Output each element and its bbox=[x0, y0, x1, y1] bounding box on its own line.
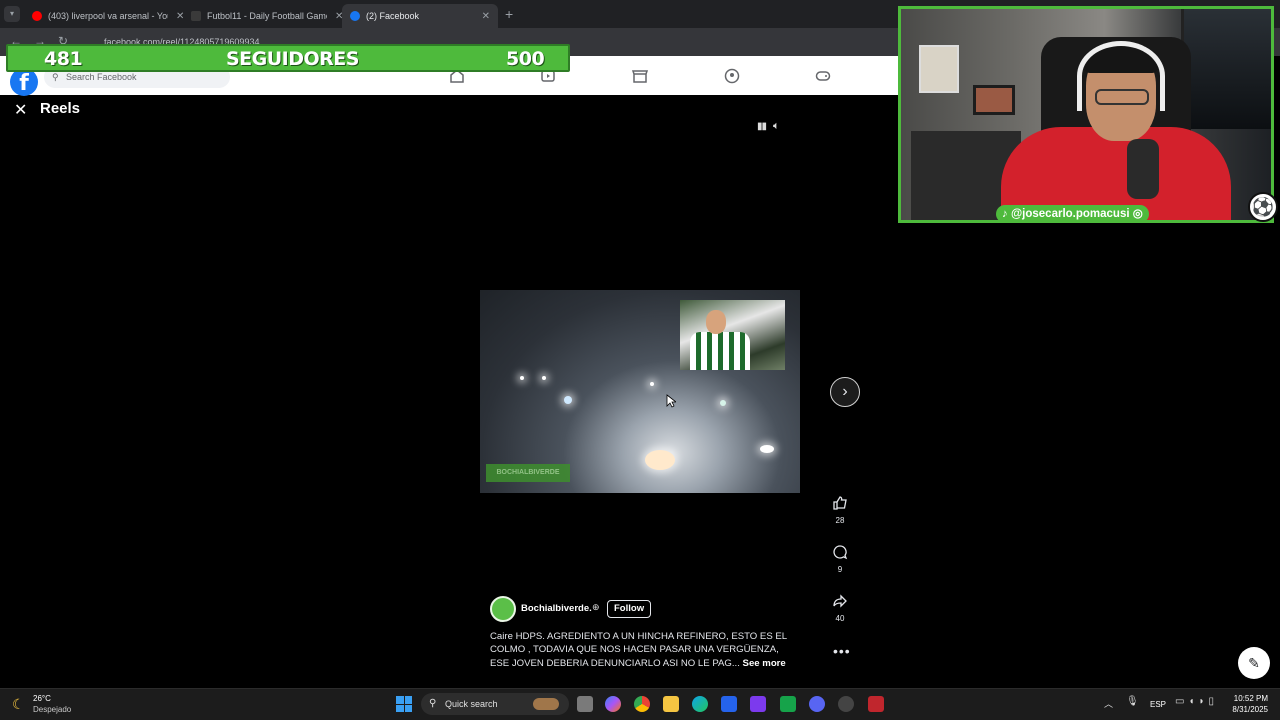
chevron-up-icon[interactable]: ︿ bbox=[1104, 697, 1113, 710]
author-avatar[interactable] bbox=[490, 596, 516, 622]
browser-tab-futbol11[interactable]: Futbol11 - Daily Football Game ✕ bbox=[183, 4, 351, 28]
compose-message-button[interactable]: ✎ bbox=[1238, 647, 1270, 679]
video-light bbox=[760, 445, 774, 453]
comment-count: 9 bbox=[837, 565, 843, 574]
facebook-icon bbox=[350, 11, 360, 21]
pause-icon[interactable]: ▮▮ bbox=[757, 121, 767, 132]
weather-description[interactable]: Despejado bbox=[33, 705, 71, 714]
start-menu-button[interactable] bbox=[396, 696, 412, 712]
close-reels-button[interactable]: ✕ bbox=[14, 100, 27, 120]
webcam-photo-frame bbox=[973, 85, 1015, 115]
app-icon[interactable] bbox=[750, 696, 766, 712]
like-button[interactable]: 28 bbox=[828, 494, 852, 525]
clock-time[interactable]: 10:52 PM bbox=[1232, 694, 1268, 703]
video-light bbox=[645, 450, 675, 470]
clock-date[interactable]: 8/31/2025 bbox=[1226, 705, 1268, 714]
search-icon: ⚲ bbox=[429, 698, 437, 709]
xbox-icon[interactable] bbox=[780, 696, 796, 712]
reel-video[interactable]: BOCHIALBIVERDE bbox=[480, 290, 800, 493]
marketplace-icon[interactable] bbox=[632, 68, 648, 84]
video-watermark: BOCHIALBIVERDE bbox=[486, 464, 570, 482]
follower-goal-banner: 481 SEGUIDORES 500 bbox=[6, 44, 570, 72]
close-tab-icon[interactable]: ✕ bbox=[482, 11, 490, 22]
chrome-icon[interactable] bbox=[634, 696, 650, 712]
reels-title: Reels bbox=[40, 100, 81, 117]
video-light bbox=[720, 400, 726, 406]
facebook-logo[interactable]: f bbox=[10, 68, 38, 96]
obs-icon[interactable] bbox=[838, 696, 854, 712]
follower-count: 481 bbox=[44, 48, 83, 70]
handle-text: @josecarlo.pomacusi bbox=[1010, 208, 1130, 220]
groups-icon[interactable] bbox=[724, 68, 740, 84]
youtube-icon bbox=[32, 11, 42, 21]
browser-tab-youtube[interactable]: (403) liverpool va arsenal - You ✕ bbox=[24, 4, 192, 28]
comment-icon bbox=[833, 545, 848, 560]
comment-button[interactable]: 9 bbox=[828, 543, 852, 574]
system-tray-icons[interactable]: ▭◖◗▯ bbox=[1175, 696, 1218, 707]
follower-goal: 500 bbox=[506, 48, 545, 70]
browser-tab-facebook[interactable]: (2) Facebook ✕ bbox=[342, 4, 498, 28]
share-count: 40 bbox=[835, 614, 845, 623]
next-reel-button[interactable]: › bbox=[830, 377, 860, 407]
tab-title: (403) liverpool va arsenal - You bbox=[48, 11, 168, 21]
streamer-webcam bbox=[898, 6, 1274, 223]
file-explorer-icon[interactable] bbox=[663, 696, 679, 712]
reel-caption: Caire HDPS. AGREDIENTO A UN HINCHA REFIN… bbox=[490, 630, 800, 670]
follower-label: SEGUIDORES bbox=[226, 48, 359, 70]
webcam-photo-frame bbox=[919, 45, 959, 93]
taskbar-search[interactable]: ⚲ Quick search bbox=[421, 693, 569, 715]
player-inset-image bbox=[680, 300, 785, 370]
streamer-handle: ♪ @josecarlo.pomacusi ◎ bbox=[996, 205, 1149, 223]
tab-title: (2) Facebook bbox=[366, 11, 420, 21]
video-light bbox=[564, 396, 572, 404]
like-icon bbox=[833, 496, 847, 510]
search-highlight-icon bbox=[533, 698, 559, 710]
edge-icon[interactable] bbox=[692, 696, 708, 712]
weather-temperature[interactable]: 26°C bbox=[33, 694, 51, 703]
share-icon bbox=[833, 594, 847, 608]
more-options-icon[interactable]: ••• bbox=[833, 643, 851, 659]
task-view-icon[interactable] bbox=[577, 696, 593, 712]
microphone-icon[interactable]: 🎙︎ bbox=[1126, 696, 1139, 707]
webcam-microphone bbox=[1127, 139, 1159, 199]
tab-title: Futbol11 - Daily Football Game bbox=[207, 11, 327, 21]
globe-icon: ⊕ bbox=[592, 602, 600, 612]
weather-moon-icon[interactable]: ☾ bbox=[12, 696, 25, 713]
video-light bbox=[542, 376, 546, 380]
app-icon[interactable] bbox=[868, 696, 884, 712]
futbol11-icon bbox=[191, 11, 201, 21]
discord-icon[interactable] bbox=[809, 696, 825, 712]
see-more-link[interactable]: See more bbox=[743, 658, 786, 669]
language-indicator[interactable]: ESP bbox=[1150, 700, 1166, 709]
video-light bbox=[650, 382, 654, 386]
webcam-window bbox=[1181, 9, 1271, 129]
mute-icon[interactable]: 🔈︎ bbox=[773, 120, 780, 133]
author-name[interactable]: Bochialbiverde. bbox=[521, 603, 592, 614]
search-placeholder: Search Facebook bbox=[66, 72, 137, 82]
mouse-cursor-icon bbox=[666, 394, 676, 408]
player-face bbox=[706, 310, 726, 334]
video-light bbox=[520, 376, 524, 380]
store-icon[interactable] bbox=[721, 696, 737, 712]
share-button[interactable]: 40 bbox=[828, 592, 852, 623]
gaming-icon[interactable] bbox=[815, 68, 831, 84]
webcam-glasses bbox=[1095, 89, 1149, 105]
copilot-icon[interactable] bbox=[605, 696, 621, 712]
new-tab-button[interactable]: + bbox=[505, 6, 513, 22]
like-count: 28 bbox=[835, 516, 845, 525]
player-shirt bbox=[690, 332, 750, 370]
soccer-ball-icon: ⚽ bbox=[1248, 192, 1278, 222]
tab-search-button[interactable]: ▾ bbox=[4, 6, 20, 22]
search-label: Quick search bbox=[445, 699, 498, 709]
follow-button[interactable]: Follow bbox=[607, 600, 652, 618]
